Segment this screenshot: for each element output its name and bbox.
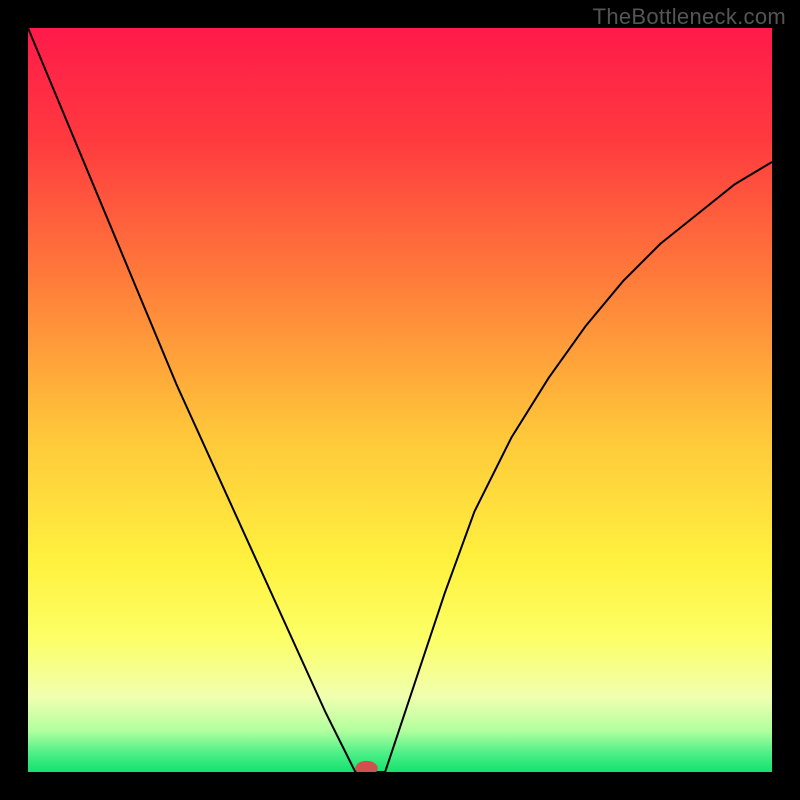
chart-frame: TheBottleneck.com xyxy=(0,0,800,800)
gradient-rect xyxy=(28,28,772,772)
plot-area xyxy=(28,28,772,772)
chart-svg xyxy=(28,28,772,772)
watermark-text: TheBottleneck.com xyxy=(593,4,786,30)
